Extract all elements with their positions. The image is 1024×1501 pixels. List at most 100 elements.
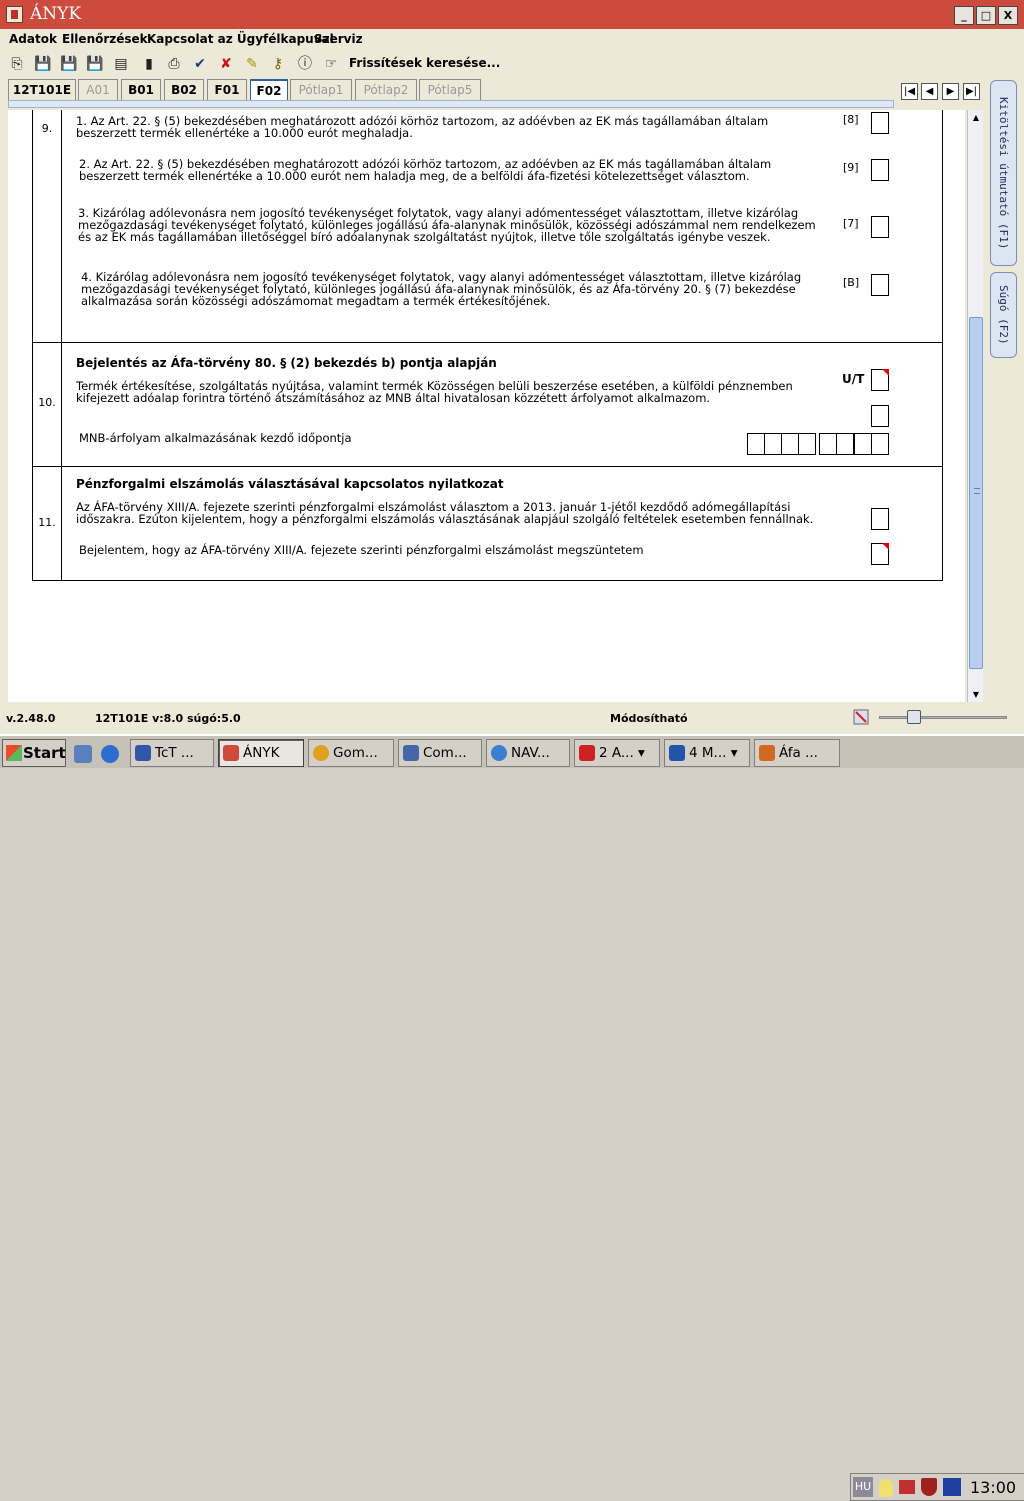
date-digit-box[interactable] xyxy=(764,433,782,455)
row10-heading: Bejelentés az Áfa-törvény 80. § (2) beke… xyxy=(76,356,497,370)
date-digit-box[interactable] xyxy=(819,433,837,455)
shield-icon[interactable] xyxy=(921,1478,937,1496)
taskbar-item-com[interactable]: Com... xyxy=(398,739,482,767)
delete-save-icon[interactable]: 💾 xyxy=(60,55,78,73)
menu-ellenorzesek[interactable]: Ellenőrzések xyxy=(62,32,148,46)
row9-item1-code: [8] xyxy=(843,113,859,126)
app-version: v.2.48.0 xyxy=(6,712,56,725)
tab-B02[interactable]: B02 xyxy=(164,79,204,100)
taskbar-item-pdf[interactable]: 2 A... ▾ xyxy=(574,739,660,767)
vertical-scrollbar[interactable]: ▲ ▼ xyxy=(967,110,983,702)
menu-szerviz[interactable]: Szerviz xyxy=(314,32,363,46)
tab-F01[interactable]: F01 xyxy=(207,79,247,100)
row9-item2-checkbox[interactable] xyxy=(871,159,889,181)
scroll-thumb[interactable] xyxy=(969,317,983,669)
taskbar-item-tct[interactable]: TcT ... xyxy=(130,739,214,767)
next-page-icon[interactable]: ▶ xyxy=(942,83,959,100)
edit-icon[interactable]: ✎ xyxy=(243,55,261,73)
menu-bar: Adatok Ellenőrzések Kapcsolat az Ügyfélk… xyxy=(0,29,1024,51)
row10-ut-field[interactable] xyxy=(871,369,889,391)
row9-item4-checkbox[interactable] xyxy=(871,274,889,296)
date-digit-box[interactable] xyxy=(836,433,854,455)
desktop-icon[interactable] xyxy=(74,745,92,763)
save-icon[interactable]: 💾 xyxy=(34,55,52,73)
internet-explorer-icon[interactable] xyxy=(101,745,119,763)
print-preview-icon[interactable]: ▤ xyxy=(112,55,130,73)
scroll-up-icon[interactable]: ▲ xyxy=(968,110,984,125)
taskbar: Start TcT ... ÁNYK Gom... Com... NAV... … xyxy=(0,734,1024,1501)
menu-kapcsolat[interactable]: Kapcsolat az Ügyfélkapuval xyxy=(147,32,334,46)
scroll-down-icon[interactable]: ▼ xyxy=(968,687,984,702)
update-check-button[interactable]: Frissítések keresése... xyxy=(349,56,500,70)
title-bar: ÁNYK _ □ X xyxy=(0,0,1024,29)
date-digit-box[interactable] xyxy=(781,433,799,455)
filling-guide-tab[interactable]: Kitöltési útmutató (F1) xyxy=(990,80,1017,266)
zoom-slider-knob[interactable] xyxy=(907,710,921,724)
minimize-button[interactable]: _ xyxy=(954,6,974,25)
menu-adatok[interactable]: Adatok xyxy=(9,32,57,46)
row11-checkbox1[interactable] xyxy=(871,508,889,530)
row11-text2: Bejelentem, hogy az ÁFA-törvény XIII/A. … xyxy=(79,543,644,557)
tab-B01[interactable]: B01 xyxy=(121,79,161,100)
network-icon[interactable] xyxy=(899,1480,915,1494)
row11-checkbox2[interactable] xyxy=(871,543,889,565)
row9-item1-checkbox[interactable] xyxy=(871,112,889,134)
taskbar-item-word[interactable]: 4 M... ▾ xyxy=(664,739,750,767)
key-icon[interactable]: ⚷ xyxy=(269,55,287,73)
info-doc-icon[interactable]: ▮ xyxy=(140,55,158,73)
taskbar-item-anyk[interactable]: ÁNYK xyxy=(218,739,304,767)
anyk-window: ÁNYK _ □ X Adatok Ellenőrzések Kapcsolat… xyxy=(0,0,1024,734)
date-digit-box[interactable] xyxy=(747,433,765,455)
close-button[interactable]: X xyxy=(998,6,1018,25)
bulb-icon[interactable] xyxy=(879,1479,893,1497)
maximize-button[interactable]: □ xyxy=(976,6,996,25)
cancel-icon[interactable]: ✘ xyxy=(217,55,235,73)
date-digit-box[interactable] xyxy=(854,433,872,455)
windows-logo-icon xyxy=(6,745,22,761)
date-digit-box[interactable] xyxy=(871,433,889,455)
taskbar-item-gom[interactable]: Gom... xyxy=(308,739,394,767)
info-icon[interactable]: ⓘ xyxy=(296,55,314,73)
print-icon[interactable]: ⎙ xyxy=(165,55,183,73)
start-button[interactable]: Start xyxy=(2,739,66,767)
zoom-slider[interactable] xyxy=(879,716,1007,719)
com-icon xyxy=(403,745,419,761)
row9-item3-text: 3. Kizárólag adólevonásra nem jogosító t… xyxy=(78,206,816,244)
anyk-icon xyxy=(223,745,239,761)
side-panel: Kitöltési útmutató (F1) Súgó (F2) xyxy=(987,78,1017,708)
row-number: 10. xyxy=(38,396,56,409)
tct-icon xyxy=(135,745,151,761)
taskbar-item-ppt[interactable]: Áfa ... xyxy=(754,739,840,767)
form-info: 12T101E v:8.0 súgó:5.0 xyxy=(95,712,241,725)
language-indicator[interactable]: HU xyxy=(853,1477,873,1497)
taskbar-item-nav[interactable]: NAV... xyxy=(486,739,570,767)
ut-label: U/T xyxy=(842,372,865,386)
gom-icon xyxy=(313,745,329,761)
copy-icon[interactable]: ⎘ xyxy=(8,55,26,73)
tab-potlap1[interactable]: Pótlap1 xyxy=(290,79,352,100)
eraser-icon[interactable] xyxy=(852,708,872,726)
prev-page-icon[interactable]: ◀ xyxy=(921,83,938,100)
tab-A01[interactable]: A01 xyxy=(78,79,118,100)
clock[interactable]: 13:00 xyxy=(970,1478,1016,1497)
row10-checkbox[interactable] xyxy=(871,405,889,427)
check-icon[interactable]: ✔ xyxy=(191,55,209,73)
toolbar: ⎘ 💾 💾 💾 ▤ ▮ ⎙ ✔ ✘ ✎ ⚷ ⓘ ☞ Frissítések ke… xyxy=(0,51,1024,77)
row9-item3-checkbox[interactable] xyxy=(871,216,889,238)
pointer-icon[interactable]: ☞ xyxy=(322,55,340,73)
date-digit-box[interactable] xyxy=(798,433,816,455)
last-page-icon[interactable]: ▶| xyxy=(963,83,980,100)
tab-potlap2[interactable]: Pótlap2 xyxy=(355,79,417,100)
help-tab[interactable]: Súgó (F2) xyxy=(990,272,1017,358)
first-page-icon[interactable]: |◀ xyxy=(901,83,918,100)
tab-12T101E[interactable]: 12T101E xyxy=(8,79,76,100)
tab-F02[interactable]: F02 xyxy=(250,79,288,101)
row9-item4-text: 4. Kizárólag adólevonásra nem jogosító t… xyxy=(81,270,802,308)
window-title: ÁNYK xyxy=(30,4,82,24)
save-as-icon[interactable]: 💾 xyxy=(86,55,104,73)
tab-potlap5[interactable]: Pótlap5 xyxy=(419,79,481,100)
row9-item2-code: [9] xyxy=(843,161,859,174)
row9-item4-code: [B] xyxy=(843,276,860,289)
row11-text1: Az ÁFA-törvény XIII/A. fejezete szerinti… xyxy=(76,500,814,526)
flag-icon[interactable] xyxy=(943,1478,961,1496)
